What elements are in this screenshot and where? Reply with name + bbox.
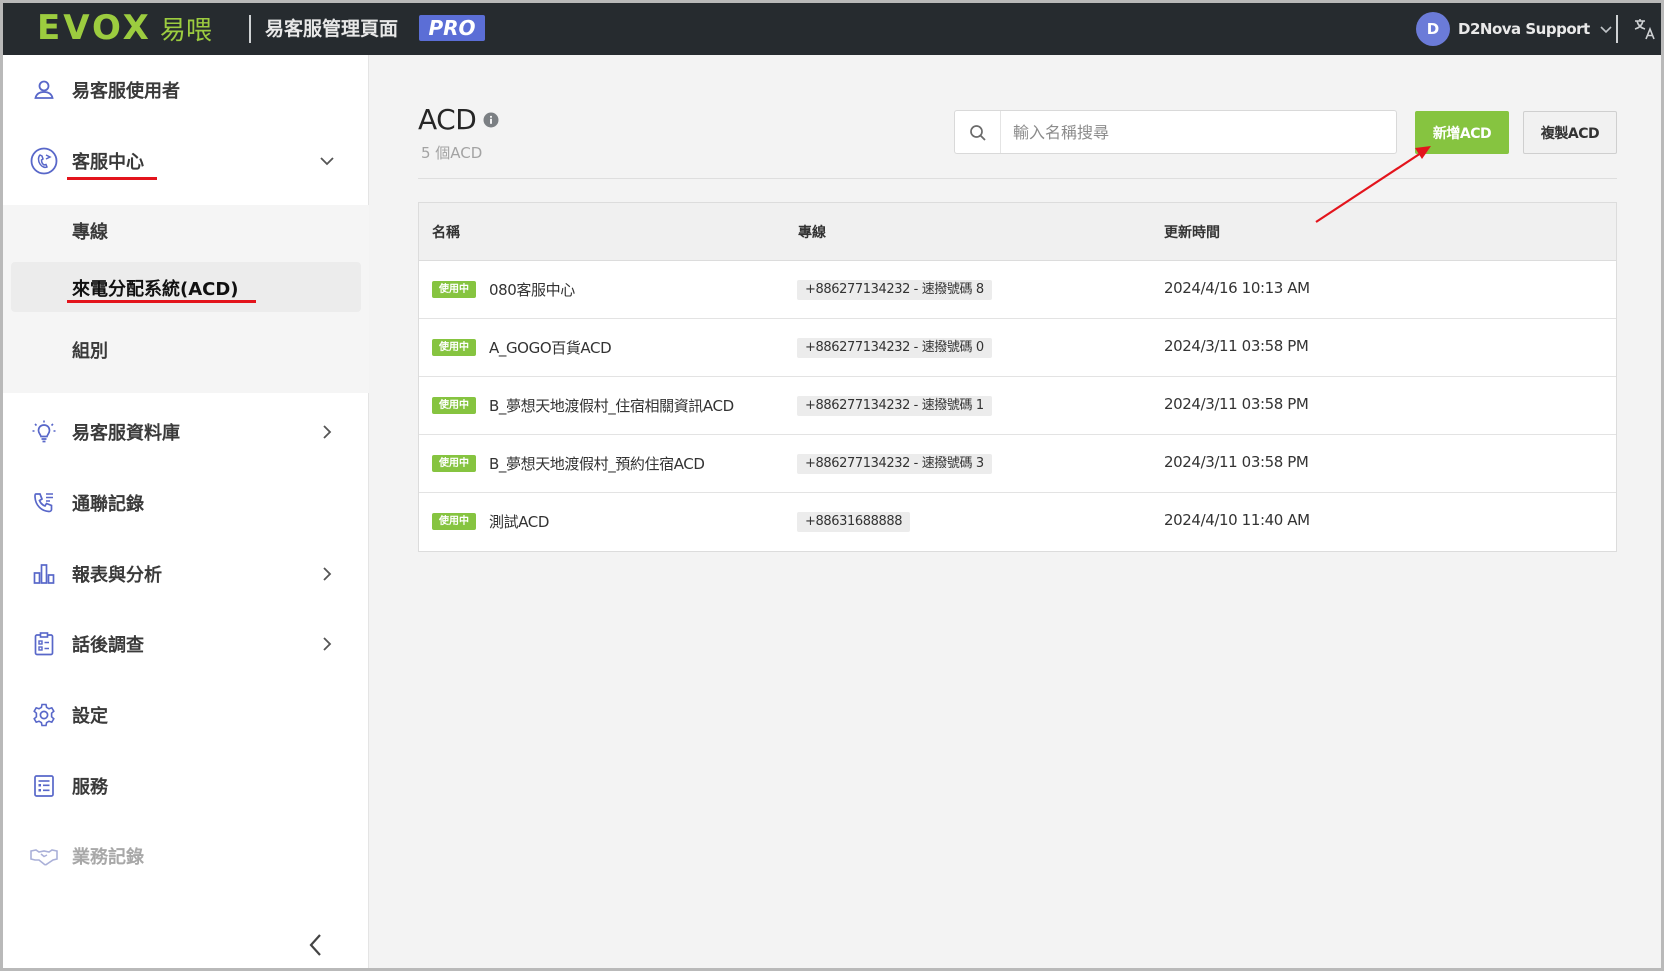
sidebar-item-call-center[interactable]: 客服中心 bbox=[3, 133, 369, 189]
avatar: D bbox=[1416, 12, 1450, 46]
line-tag: +88631688888 bbox=[797, 512, 911, 532]
sidebar-item-call-log[interactable]: 通聯記錄 bbox=[3, 475, 369, 531]
line-tag: +886277134232 - 速撥號碼 3 bbox=[797, 454, 992, 474]
search-icon bbox=[970, 125, 986, 141]
copy-acd-button[interactable]: 複製ACD bbox=[1523, 111, 1617, 154]
acd-table: 名稱 專線 更新時間 使用中 080客服中心 +886277134232 - 速… bbox=[418, 202, 1617, 552]
table-row[interactable]: 使用中 A_GOGO百貨ACD +886277134232 - 速撥號碼 0 2… bbox=[419, 319, 1616, 377]
page-title: ACD bbox=[418, 103, 477, 136]
updated-time: 2024/3/11 03:58 PM bbox=[1164, 395, 1309, 413]
info-icon[interactable] bbox=[483, 112, 499, 128]
pro-badge: PRO bbox=[419, 15, 485, 41]
sidebar-item-label: 易客服資料庫 bbox=[72, 423, 180, 444]
table-row[interactable]: 使用中 測試ACD +88631688888 2024/4/10 11:40 A… bbox=[419, 493, 1616, 551]
sidebar-item-reports[interactable]: 報表與分析 bbox=[3, 546, 369, 602]
annotation-underline bbox=[67, 177, 157, 180]
submenu-item-label: 來電分配系統(ACD) bbox=[72, 279, 239, 300]
acd-name[interactable]: A_GOGO百貨ACD bbox=[489, 337, 612, 358]
table-header: 名稱 專線 更新時間 bbox=[419, 203, 1616, 261]
column-header-updated[interactable]: 更新時間 bbox=[1164, 222, 1220, 242]
call-center-icon bbox=[30, 147, 58, 175]
line-tag: +886277134232 - 速撥號碼 1 bbox=[797, 396, 992, 416]
service-list-icon bbox=[34, 775, 54, 797]
sidebar-item-label: 客服中心 bbox=[72, 152, 144, 173]
acd-count: 5 個ACD bbox=[421, 144, 483, 162]
user-name: D2Nova Support bbox=[1458, 20, 1590, 38]
sidebar-item-survey[interactable]: 話後調查 bbox=[3, 616, 369, 672]
table-row[interactable]: 使用中 B_夢想天地渡假村_預約住宿ACD +886277134232 - 速撥… bbox=[419, 435, 1616, 493]
submenu-item-label: 專線 bbox=[72, 222, 108, 243]
chevron-down-icon bbox=[320, 157, 334, 166]
search-box bbox=[954, 110, 1397, 154]
chevron-right-icon bbox=[323, 567, 332, 581]
sidebar-item-business-records[interactable]: 業務記錄 bbox=[3, 828, 369, 884]
handshake-icon bbox=[30, 849, 58, 866]
column-header-name[interactable]: 名稱 bbox=[432, 222, 460, 242]
topbar-divider bbox=[249, 15, 251, 43]
updated-time: 2024/3/11 03:58 PM bbox=[1164, 453, 1309, 471]
evox-logo[interactable]: EVOX 易喂 bbox=[37, 8, 212, 48]
sidebar-item-settings[interactable]: 設定 bbox=[3, 687, 369, 743]
app-title: 易客服管理頁面 bbox=[265, 18, 399, 40]
gear-icon bbox=[33, 703, 55, 727]
acd-name[interactable]: B_夢想天地渡假村_預約住宿ACD bbox=[489, 453, 705, 474]
sidebar: 易客服使用者 客服中心 專線 來電分配系統(ACD) 組別 易客服資料庫 通聯記… bbox=[3, 55, 369, 968]
sidebar-item-label: 業務記錄 bbox=[72, 847, 144, 868]
updated-time: 2024/4/10 11:40 AM bbox=[1164, 511, 1310, 529]
annotation-underline bbox=[67, 300, 256, 303]
sidebar-item-label: 設定 bbox=[72, 706, 108, 727]
lightbulb-icon bbox=[32, 420, 56, 443]
sidebar-item-label: 通聯記錄 bbox=[72, 494, 144, 515]
submenu-item-groups[interactable]: 組別 bbox=[3, 324, 369, 374]
submenu-item-lines[interactable]: 專線 bbox=[3, 205, 369, 255]
collapse-sidebar-icon[interactable] bbox=[305, 931, 327, 959]
add-acd-button[interactable]: 新增ACD bbox=[1415, 111, 1509, 154]
sidebar-item-label: 易客服使用者 bbox=[72, 81, 180, 102]
bar-chart-icon bbox=[33, 564, 55, 584]
updated-time: 2024/4/16 10:13 AM bbox=[1164, 279, 1310, 297]
user-icon bbox=[34, 80, 54, 99]
chevron-down-icon bbox=[1600, 26, 1612, 34]
chevron-right-icon bbox=[323, 425, 332, 439]
user-menu[interactable]: D D2Nova Support bbox=[1416, 12, 1614, 46]
status-badge: 使用中 bbox=[432, 281, 476, 298]
call-center-submenu: 專線 來電分配系統(ACD) 組別 bbox=[3, 205, 369, 393]
chevron-right-icon bbox=[323, 637, 332, 651]
sidebar-item-label: 報表與分析 bbox=[72, 565, 162, 586]
status-badge: 使用中 bbox=[432, 339, 476, 356]
topbar-divider-right bbox=[1616, 15, 1618, 43]
status-badge: 使用中 bbox=[432, 397, 476, 414]
logo-cjk-text: 易喂 bbox=[159, 15, 212, 46]
sidebar-item-label: 話後調查 bbox=[72, 635, 144, 656]
survey-clipboard-icon bbox=[34, 632, 54, 656]
phone-log-icon bbox=[34, 493, 53, 513]
acd-name[interactable]: B_夢想天地渡假村_住宿相關資訊ACD bbox=[489, 395, 734, 416]
header-divider bbox=[418, 178, 1617, 179]
sidebar-item-knowledge-base[interactable]: 易客服資料庫 bbox=[3, 404, 369, 460]
updated-time: 2024/3/11 03:58 PM bbox=[1164, 337, 1309, 355]
sidebar-item-users[interactable]: 易客服使用者 bbox=[3, 62, 369, 118]
sidebar-item-service[interactable]: 服務 bbox=[3, 758, 369, 814]
table-row[interactable]: 使用中 B_夢想天地渡假村_住宿相關資訊ACD +886277134232 - … bbox=[419, 377, 1616, 435]
status-badge: 使用中 bbox=[432, 455, 476, 472]
translate-icon[interactable] bbox=[1633, 17, 1657, 41]
app-window: EVOX 易喂 易客服管理頁面 PRO D D2Nova Support 易客服… bbox=[0, 0, 1664, 971]
table-row[interactable]: 使用中 080客服中心 +886277134232 - 速撥號碼 8 2024/… bbox=[419, 261, 1616, 319]
acd-name[interactable]: 測試ACD bbox=[489, 511, 549, 532]
sidebar-item-label: 服務 bbox=[72, 777, 108, 798]
submenu-item-label: 組別 bbox=[72, 341, 108, 362]
line-tag: +886277134232 - 速撥號碼 8 bbox=[797, 280, 992, 300]
search-icon-container[interactable] bbox=[955, 111, 1001, 153]
main-content: ACD 5 個ACD 新增ACD 複製ACD 名稱 專線 更新時間 bbox=[369, 55, 1661, 968]
search-input[interactable] bbox=[1013, 111, 1383, 153]
line-tag: +886277134232 - 速撥號碼 0 bbox=[797, 338, 992, 358]
acd-name[interactable]: 080客服中心 bbox=[489, 279, 575, 300]
top-bar: EVOX 易喂 易客服管理頁面 PRO D D2Nova Support bbox=[3, 3, 1661, 55]
column-header-line[interactable]: 專線 bbox=[798, 222, 826, 242]
status-badge: 使用中 bbox=[432, 513, 476, 530]
submenu-item-acd[interactable]: 來電分配系統(ACD) bbox=[11, 262, 361, 312]
logo-text: EVOX bbox=[37, 8, 152, 48]
